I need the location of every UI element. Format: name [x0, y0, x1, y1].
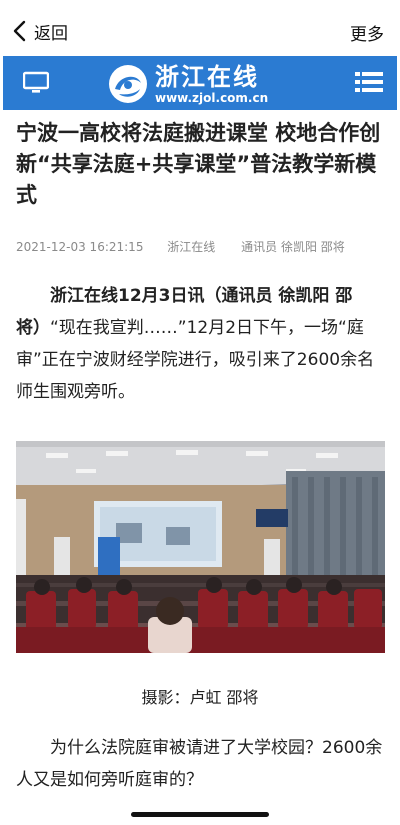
top-navigation-bar: 返回 更多 [0, 0, 400, 54]
article-photo [16, 441, 385, 653]
article-title: 宁波一高校将法庭搬进课堂 校地合作创新“共享法庭+共享课堂”普法教学新模式 [16, 121, 381, 207]
menu-list-icon[interactable] [355, 71, 383, 93]
source-name: 浙江在线 [167, 240, 216, 254]
photo-caption: 摄影：卢虹 邵将 [141, 688, 259, 707]
publish-date: 2021-12-03 16:21:15 [16, 240, 144, 254]
chevron-left-icon [13, 20, 26, 42]
article-meta: 2021-12-03 16:21:15 浙江在线 通讯员 徐凯阳 邵将 [16, 238, 388, 255]
lead-text: “现在我宣判……”12月2日下午，一场“庭审”正在宁波财经学院进行，吸引来了26… [16, 318, 375, 402]
body-paragraph: 为什么法院庭审被请进了大学校园？2600余人又是如何旁听庭审的？ [16, 738, 383, 790]
tv-icon[interactable] [23, 71, 49, 95]
site-header-banner: 浙江在线 www.zjol.com.cn [3, 56, 397, 110]
brand-name: 浙江在线 [155, 62, 259, 91]
back-label: 返回 [34, 23, 68, 44]
lead-paragraph: 浙江在线12月3日讯（通讯员 徐凯阳 邵将）“现在我宣判……”12月2日下午，一… [16, 280, 388, 408]
lecture-hall-photo [16, 441, 385, 653]
home-indicator[interactable] [131, 812, 269, 817]
more-button[interactable]: 更多 [350, 20, 384, 45]
logo-swirl-icon [109, 65, 147, 103]
author-credit: 通讯员 徐凯阳 邵将 [241, 240, 345, 254]
back-button[interactable]: 返回 [12, 18, 68, 44]
brand-url: www.zjol.com.cn [155, 90, 269, 105]
site-logo[interactable]: 浙江在线 www.zjol.com.cn [107, 61, 268, 107]
